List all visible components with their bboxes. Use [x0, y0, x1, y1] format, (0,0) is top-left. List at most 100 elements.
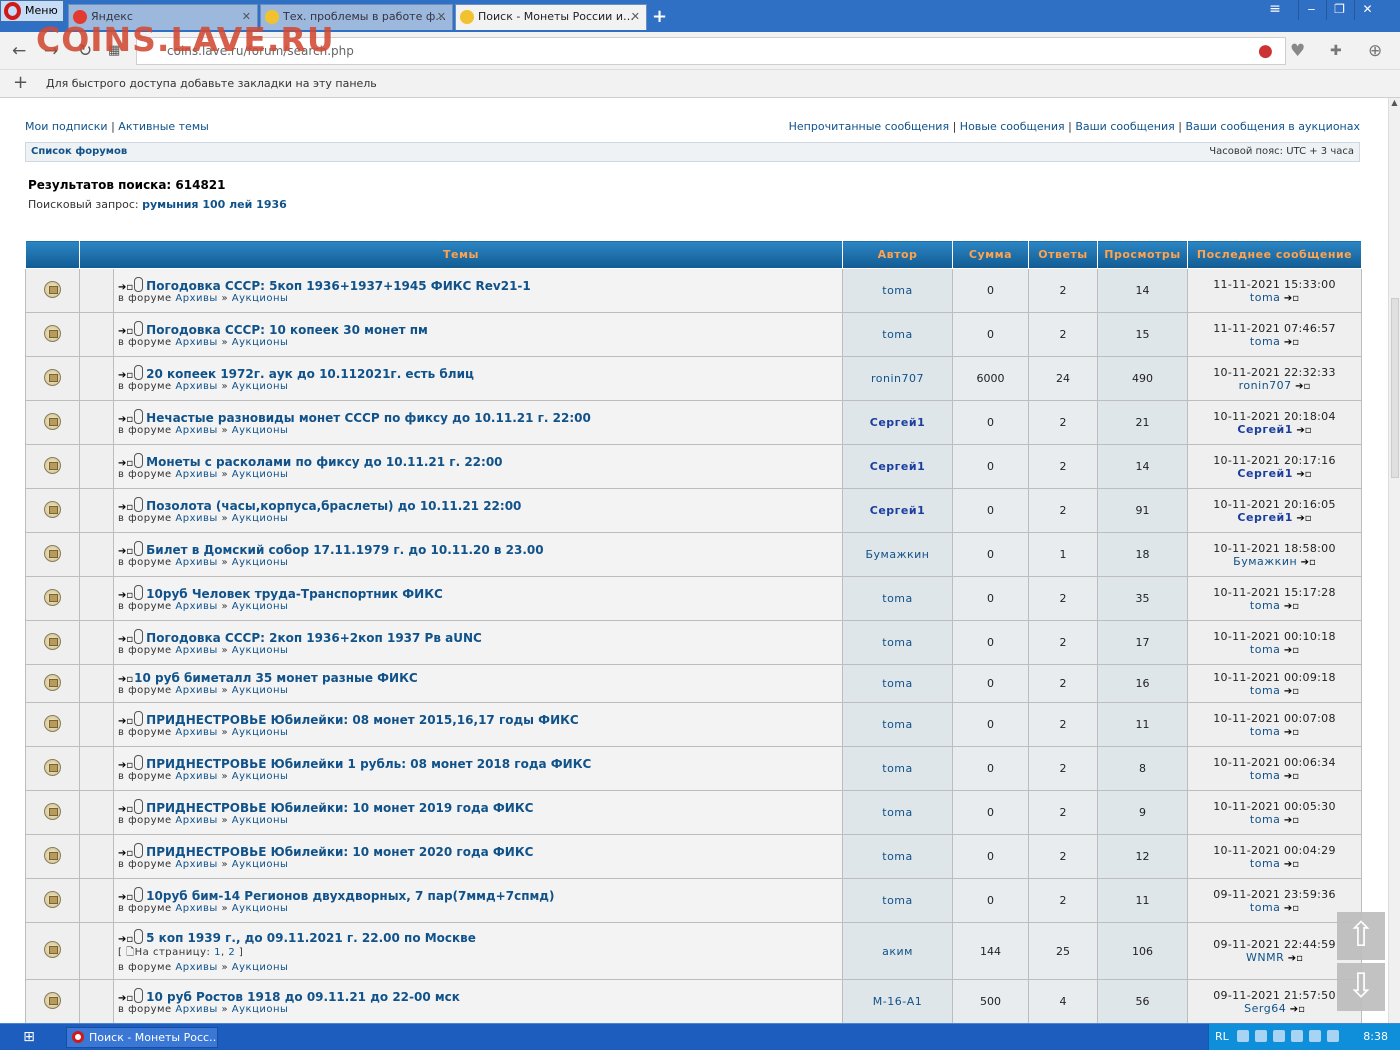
go-to-post-icon[interactable]: ➔▫ — [118, 326, 133, 337]
go-to-last-post-icon[interactable]: ➔▫ — [1296, 513, 1311, 524]
stash-icon[interactable]: ● — [1258, 41, 1273, 61]
author-link[interactable]: Сергей1 — [870, 416, 925, 429]
network-icon[interactable] — [1309, 1030, 1321, 1042]
go-to-last-post-icon[interactable]: ➔▫ — [1284, 815, 1299, 826]
forum-link-archives[interactable]: Архивы — [175, 513, 217, 524]
forum-link-archives[interactable]: Архивы — [175, 645, 217, 656]
author-link[interactable]: toma — [882, 850, 913, 863]
back-arrow-icon[interactable]: ← — [12, 41, 26, 61]
close-tab-icon[interactable]: ✕ — [631, 5, 640, 29]
forum-link-auctions[interactable]: Аукционы — [232, 293, 289, 304]
author-link[interactable]: ronin707 — [871, 372, 924, 385]
last-post-user-link[interactable]: toma — [1250, 901, 1281, 914]
go-to-post-icon[interactable]: ➔▫ — [118, 370, 133, 381]
go-to-last-post-icon[interactable]: ➔▫ — [1296, 425, 1311, 436]
go-to-post-icon[interactable]: ➔▫ — [118, 458, 133, 469]
tab-search[interactable]: Поиск - Монеты России и… ✕ — [455, 4, 647, 30]
new-posts-link[interactable]: Новые сообщения — [960, 120, 1065, 133]
go-to-post-icon[interactable]: ➔▫ — [118, 716, 133, 727]
last-post-user-link[interactable]: toma — [1250, 599, 1281, 612]
go-to-last-post-icon[interactable]: ➔▫ — [1284, 727, 1299, 738]
forum-link-archives[interactable]: Архивы — [175, 381, 217, 392]
scroll-up-arrow-icon[interactable]: ▲ — [1389, 98, 1400, 107]
maximize-button[interactable]: ❐ — [1326, 0, 1352, 20]
last-post-user-link[interactable]: Сергей1 — [1237, 467, 1292, 480]
forum-link-archives[interactable]: Архивы — [175, 557, 217, 568]
forum-link-archives[interactable]: Архивы — [175, 337, 217, 348]
topic-title-link[interactable]: 10руб Человек труда-Транспортник ФИКС — [146, 587, 443, 601]
scroll-to-top-button[interactable]: ⇧ — [1337, 912, 1385, 960]
forum-link-auctions[interactable]: Аукционы — [232, 557, 289, 568]
go-to-post-icon[interactable]: ➔▫ — [118, 282, 133, 293]
tray-app-icon[interactable] — [1237, 1030, 1249, 1042]
forum-link-auctions[interactable]: Аукционы — [232, 469, 289, 480]
close-tab-icon[interactable]: ✕ — [437, 5, 446, 29]
unread-posts-link[interactable]: Непрочитанные сообщения — [789, 120, 949, 133]
author-link[interactable]: toma — [882, 284, 913, 297]
go-to-post-icon[interactable]: ➔▫ — [118, 546, 133, 557]
topic-title-link[interactable]: ПРИДНЕСТРОВЬЕ Юбилейки 1 рубль: 08 монет… — [146, 757, 591, 771]
tabs-menu-icon[interactable]: ≡ — [1262, 0, 1288, 20]
forum-link-archives[interactable]: Архивы — [175, 425, 217, 436]
topic-title-link[interactable]: 5 коп 1939 г., до 09.11.2021 г. 22.00 по… — [146, 931, 476, 945]
last-post-user-link[interactable]: toma — [1250, 335, 1281, 348]
last-post-user-link[interactable]: toma — [1250, 684, 1281, 697]
page-link[interactable]: 2 — [228, 947, 235, 958]
forum-link-auctions[interactable]: Аукционы — [232, 815, 289, 826]
tray-app-icon[interactable] — [1327, 1030, 1339, 1042]
tray-app-icon[interactable] — [1273, 1030, 1285, 1042]
tray-app-icon[interactable] — [1255, 1030, 1267, 1042]
forum-link-auctions[interactable]: Аукционы — [232, 425, 289, 436]
close-window-button[interactable]: ✕ — [1354, 0, 1380, 20]
topic-title-link[interactable]: Билет в Домский собор 17.11.1979 г. до 1… — [146, 543, 543, 557]
your-auction-posts-link[interactable]: Ваши сообщения в аукционах — [1185, 120, 1360, 133]
topic-title-link[interactable]: Погодовка СССР: 10 копеек 30 монет пм — [146, 323, 428, 337]
go-to-last-post-icon[interactable]: ➔▫ — [1284, 686, 1299, 697]
topic-title-link[interactable]: Погодовка СССР: 2коп 1936+2коп 1937 Рв a… — [146, 631, 482, 645]
forum-link-archives[interactable]: Архивы — [175, 903, 217, 914]
author-link[interactable]: аким — [882, 945, 913, 958]
volume-icon[interactable] — [1291, 1030, 1303, 1042]
heart-icon[interactable]: ♥ — [1290, 41, 1305, 61]
forum-link-auctions[interactable]: Аукционы — [232, 601, 289, 612]
go-to-post-icon[interactable]: ➔▫ — [118, 634, 133, 645]
forum-link-archives[interactable]: Архивы — [175, 962, 217, 973]
start-button[interactable]: ⊞ — [0, 1025, 58, 1050]
topic-title-link[interactable]: ПРИДНЕСТРОВЬЕ Юбилейки: 10 монет 2020 го… — [146, 845, 533, 859]
author-link[interactable]: toma — [882, 328, 913, 341]
last-post-user-link[interactable]: toma — [1250, 769, 1281, 782]
go-to-last-post-icon[interactable]: ➔▫ — [1301, 557, 1316, 568]
author-link[interactable]: Сергей1 — [870, 460, 925, 473]
active-topics-link[interactable]: Активные темы — [118, 120, 209, 133]
topic-title-link[interactable]: Погодовка СССР: 5коп 1936+1937+1945 ФИКС… — [146, 279, 531, 293]
author-link[interactable]: toma — [882, 718, 913, 731]
forum-link-auctions[interactable]: Аукционы — [232, 962, 289, 973]
topic-title-link[interactable]: Нечастые разновиды монет СССР по фиксу д… — [146, 411, 591, 425]
go-to-last-post-icon[interactable]: ➔▫ — [1284, 859, 1299, 870]
last-post-user-link[interactable]: Serg64 — [1244, 1002, 1286, 1015]
last-post-user-link[interactable]: toma — [1250, 643, 1281, 656]
your-posts-link[interactable]: Ваши сообщения — [1075, 120, 1174, 133]
go-to-last-post-icon[interactable]: ➔▫ — [1295, 381, 1310, 392]
last-post-user-link[interactable]: toma — [1250, 813, 1281, 826]
forum-link-archives[interactable]: Архивы — [175, 859, 217, 870]
language-indicator[interactable]: RL — [1215, 1030, 1229, 1043]
last-post-user-link[interactable]: WNMR — [1246, 951, 1284, 964]
forum-link-archives[interactable]: Архивы — [175, 293, 217, 304]
forum-link-archives[interactable]: Архивы — [175, 685, 217, 696]
topic-title-link[interactable]: 20 копеек 1972г. аук до 10.112021г. есть… — [146, 367, 474, 381]
forum-link-archives[interactable]: Архивы — [175, 1004, 217, 1015]
author-link[interactable]: М-16-А1 — [873, 995, 922, 1008]
forum-link-archives[interactable]: Архивы — [175, 815, 217, 826]
last-post-user-link[interactable]: Бумажкин — [1233, 555, 1297, 568]
scrollbar-thumb[interactable] — [1391, 298, 1399, 478]
author-link[interactable]: toma — [882, 806, 913, 819]
extensions-icon[interactable]: ✚ — [1330, 43, 1342, 59]
forum-link-auctions[interactable]: Аукционы — [232, 381, 289, 392]
author-link[interactable]: toma — [882, 592, 913, 605]
forum-link-archives[interactable]: Архивы — [175, 771, 217, 782]
author-link[interactable]: Сергей1 — [870, 504, 925, 517]
go-to-last-post-icon[interactable]: ➔▫ — [1284, 903, 1299, 914]
forum-link-auctions[interactable]: Аукционы — [232, 1004, 289, 1015]
add-bookmark-icon[interactable]: + — [13, 70, 28, 96]
